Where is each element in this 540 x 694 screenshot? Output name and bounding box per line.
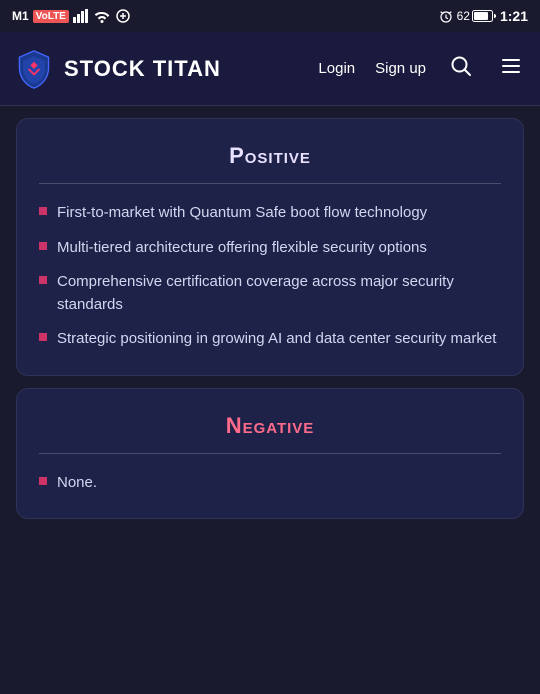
logo-area: STOCK TITAN: [14, 49, 318, 89]
negative-divider: [39, 453, 501, 454]
battery-indicator: 62: [457, 9, 496, 23]
negative-card-title: Negative: [39, 413, 501, 439]
bullet-icon: [39, 207, 47, 215]
login-link[interactable]: Login: [318, 60, 355, 77]
bullet-icon: [39, 276, 47, 284]
wifi-icon: [93, 9, 111, 23]
positive-item-4: Strategic positioning in growing AI and …: [57, 328, 496, 351]
search-icon: [450, 55, 472, 77]
list-item: Strategic positioning in growing AI and …: [39, 328, 501, 351]
list-item: Multi-tiered architecture offering flexi…: [39, 237, 501, 260]
battery-level: 62: [457, 9, 470, 23]
list-item: None.: [39, 472, 501, 495]
menu-button[interactable]: [496, 55, 526, 83]
positive-item-2: Multi-tiered architecture offering flexi…: [57, 237, 427, 260]
negative-card: Negative None.: [16, 388, 524, 520]
status-bar: M1 VoLTE 62 1:21: [0, 0, 540, 32]
negative-bullet-list: None.: [39, 472, 501, 495]
bullet-icon: [39, 333, 47, 341]
bullet-icon: [39, 242, 47, 250]
positive-item-3: Comprehensive certification coverage acr…: [57, 271, 501, 316]
logo-text: STOCK TITAN: [64, 56, 221, 82]
hamburger-icon: [500, 55, 522, 77]
alarm-icon: [439, 9, 453, 23]
positive-item-1: First-to-market with Quantum Safe boot f…: [57, 202, 427, 225]
extra-icon: [115, 9, 131, 23]
signup-link[interactable]: Sign up: [375, 60, 426, 77]
positive-bullet-list: First-to-market with Quantum Safe boot f…: [39, 202, 501, 351]
positive-card: Positive First-to-market with Quantum Sa…: [16, 118, 524, 376]
list-item: First-to-market with Quantum Safe boot f…: [39, 202, 501, 225]
battery-icon: [472, 10, 496, 22]
positive-divider: [39, 183, 501, 184]
list-item: Comprehensive certification coverage acr…: [39, 271, 501, 316]
navbar: STOCK TITAN Login Sign up: [0, 32, 540, 106]
bullet-icon: [39, 477, 47, 485]
positive-card-title: Positive: [39, 143, 501, 169]
time-display: 1:21: [500, 8, 528, 24]
carrier-label: M1: [12, 9, 29, 23]
signal-icon: [73, 9, 89, 23]
logo-shield-icon: [14, 49, 54, 89]
nav-links: Login Sign up: [318, 55, 526, 83]
main-content: Positive First-to-market with Quantum Sa…: [0, 106, 540, 531]
status-right: 62 1:21: [439, 8, 528, 24]
network-type: VoLTE: [33, 10, 69, 23]
search-button[interactable]: [446, 55, 476, 83]
status-left: M1 VoLTE: [12, 9, 131, 23]
negative-item-1: None.: [57, 472, 97, 495]
